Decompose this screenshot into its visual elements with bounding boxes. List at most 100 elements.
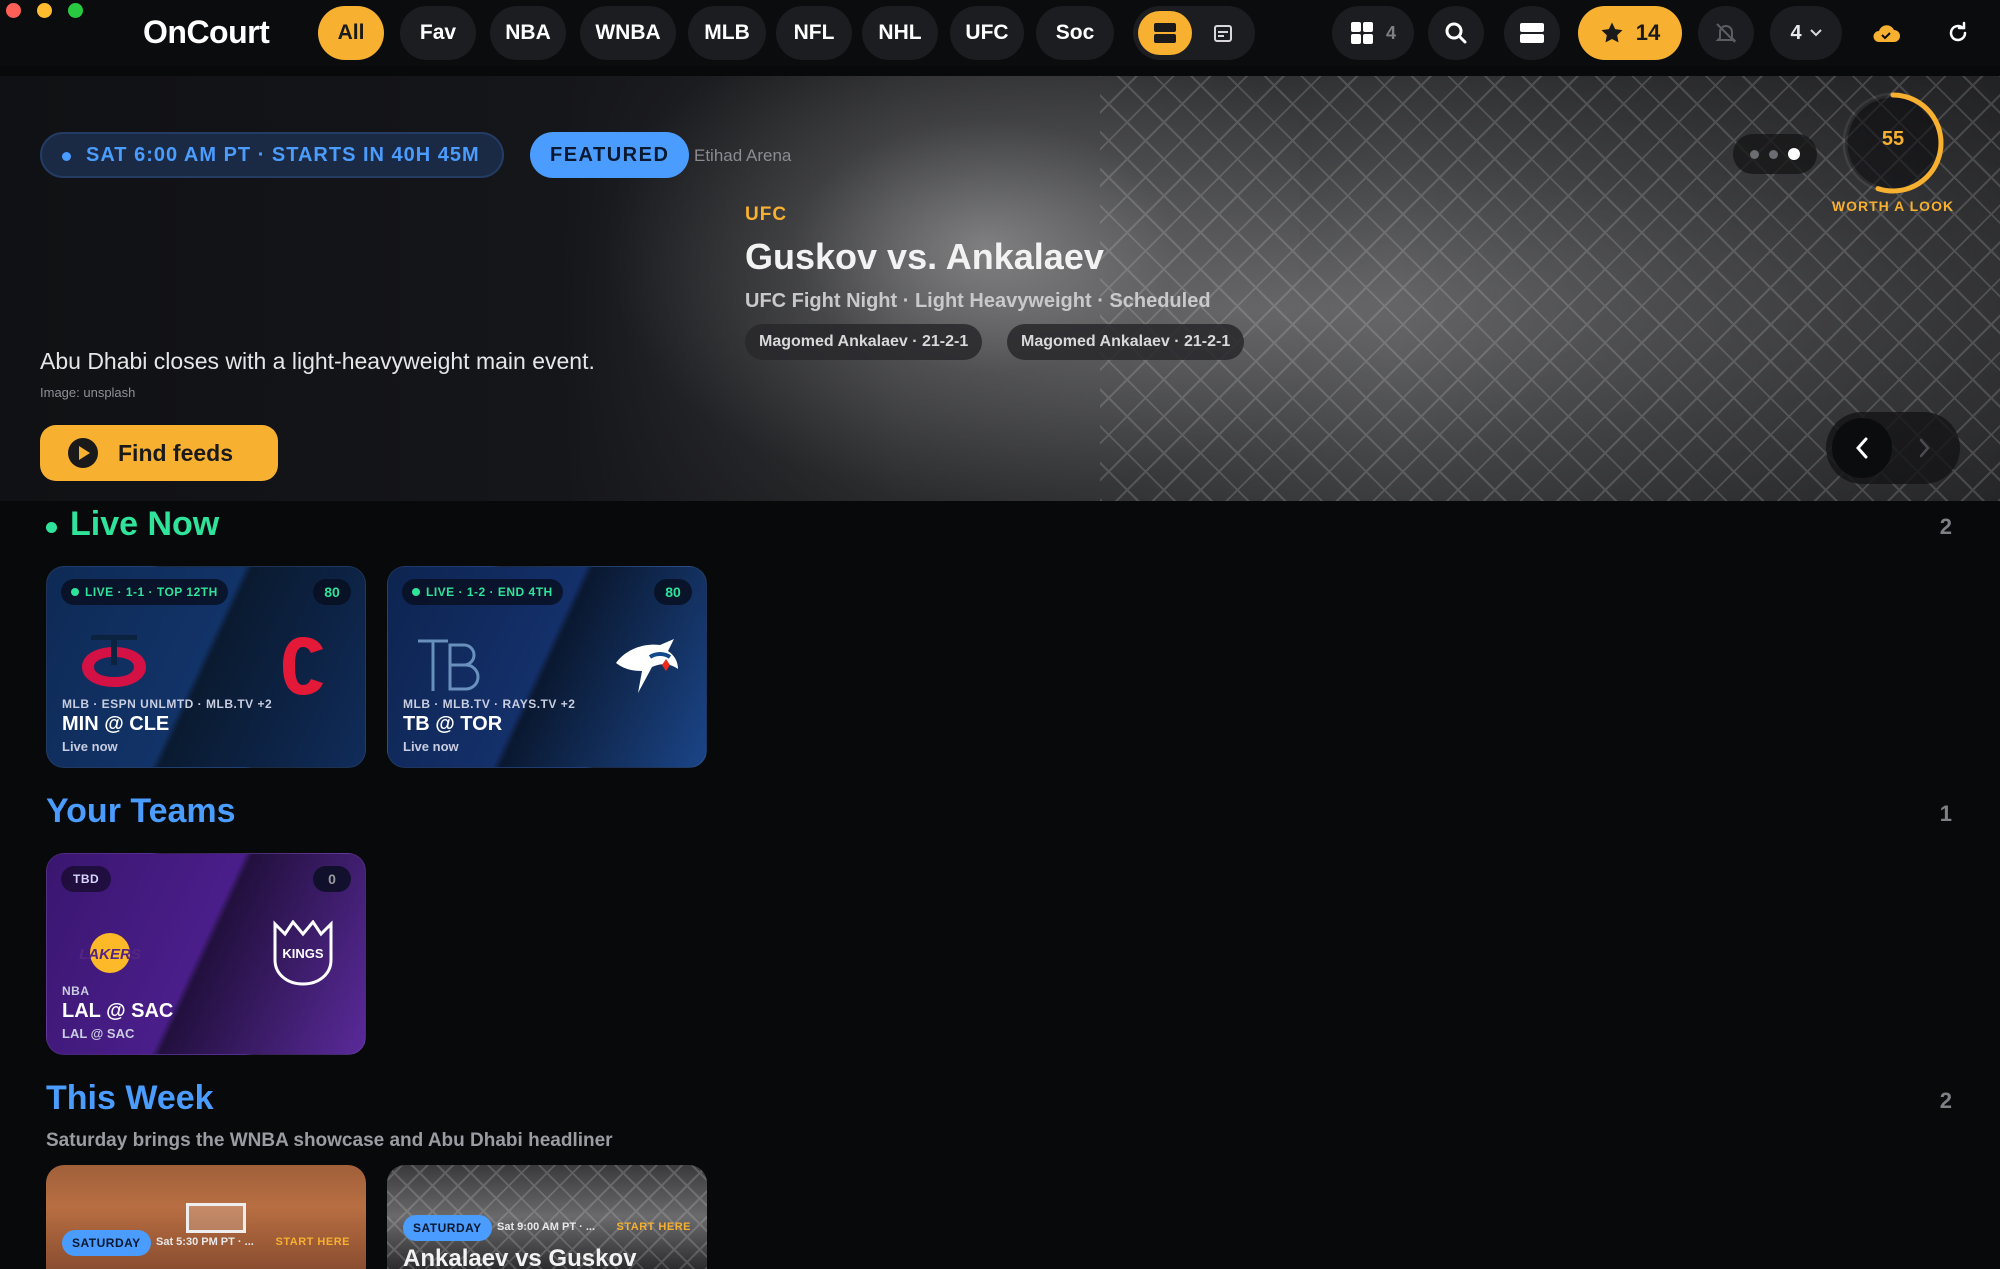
- grid-icon: [1350, 22, 1373, 44]
- matchup-title: LAL @ SAC: [62, 1000, 174, 1022]
- filter-nhl[interactable]: NHL: [862, 6, 938, 60]
- filter-nfl[interactable]: NFL: [776, 6, 852, 60]
- event-time: Sat 5:30 PM PT · ...: [156, 1236, 254, 1248]
- bell-muted-icon: [1715, 23, 1737, 43]
- week-card[interactable]: SATURDAY Sat 9:00 AM PT · ... START HERE…: [387, 1165, 707, 1269]
- multiview-count: 4: [1385, 22, 1396, 43]
- game-status-badge: LIVE · 1-1 · TOP 12TH: [61, 579, 228, 605]
- section-count-teams: 1: [1939, 801, 1952, 826]
- mute-button[interactable]: [1698, 6, 1754, 60]
- layout-count-dropdown[interactable]: 4: [1770, 6, 1842, 60]
- start-here-label: START HERE: [275, 1236, 350, 1248]
- section-count-week: 2: [1939, 1088, 1952, 1113]
- star-icon: [1601, 22, 1623, 43]
- section-title-week: This Week: [46, 1079, 214, 1117]
- search-icon: [1445, 22, 1467, 44]
- filter-wnba[interactable]: WNBA: [580, 6, 676, 60]
- chevron-left-icon: [1855, 437, 1868, 459]
- play-icon: [68, 438, 98, 468]
- calendar-icon: [1214, 25, 1232, 42]
- featured-badge: FEATURED: [530, 132, 690, 178]
- window-close-button[interactable]: [6, 3, 21, 18]
- hero-pager: [1826, 412, 1960, 484]
- fighter-chip: Magomed Ankalaev · 21-2-1: [745, 324, 983, 360]
- event-time: Sat 9:00 AM PT · ...: [497, 1221, 596, 1233]
- game-card[interactable]: LIVE · 1-2 · END 4TH 80 MLB · MLB.TV · R…: [387, 566, 707, 768]
- broadcast-info: MLB · MLB.TV · RAYS.TV +2: [403, 697, 576, 711]
- basketball-hoop-graphic: [186, 1203, 246, 1233]
- view-toggle: [1133, 6, 1255, 60]
- start-here-label: START HERE: [616, 1221, 691, 1233]
- watch-score-label: WORTH A LOOK: [1831, 198, 1955, 214]
- featured-hero: SAT 6:00 AM PT · STARTS IN 40H 45M FEATU…: [0, 76, 2000, 501]
- find-feeds-button[interactable]: Find feeds: [40, 425, 278, 481]
- blue-jays-logo: [616, 639, 678, 693]
- fighter-chip: Magomed Ankalaev · 21-2-1: [1007, 324, 1245, 360]
- list-view-icon: [1154, 23, 1176, 43]
- watch-score-badge: 80: [313, 579, 351, 605]
- hero-meta: UFC Fight Night · Light Heavyweight · Sc…: [745, 290, 1211, 312]
- list-view-button[interactable]: [1138, 11, 1192, 55]
- favorites-count: 14: [1635, 20, 1661, 45]
- game-card[interactable]: LIVE · 1-1 · TOP 12TH 80 MLB · ESPN UNLM…: [46, 566, 366, 768]
- card-subtitle: Live now: [403, 739, 459, 754]
- layout-button[interactable]: [1504, 6, 1560, 60]
- window-minimize-button[interactable]: [37, 3, 52, 18]
- filter-nba[interactable]: NBA: [490, 6, 566, 60]
- day-tag: SATURDAY: [62, 1230, 151, 1256]
- cloud-sync-button[interactable]: [1858, 6, 1914, 60]
- favorites-button[interactable]: 14: [1578, 6, 1682, 60]
- app-title: OnCourt: [143, 14, 270, 50]
- previous-slide-button[interactable]: [1832, 418, 1892, 478]
- slide-dot-active[interactable]: [1788, 148, 1800, 160]
- league-label: NBA: [62, 984, 90, 998]
- multiview-button[interactable]: 4: [1332, 6, 1414, 60]
- filter-ufc[interactable]: UFC: [950, 6, 1024, 60]
- watch-score-badge: 80: [654, 579, 692, 605]
- svg-text:KINGS: KINGS: [282, 946, 324, 961]
- rays-logo: [418, 639, 480, 691]
- search-button[interactable]: [1428, 6, 1484, 60]
- section-title-live: Live Now: [70, 505, 220, 543]
- day-tag: SATURDAY: [403, 1215, 492, 1241]
- hero-title: Guskov vs. Ankalaev: [745, 236, 1104, 277]
- layout-count: 4: [1790, 21, 1802, 44]
- watch-score: 55: [1881, 128, 1905, 150]
- slide-indicator[interactable]: [1733, 134, 1817, 174]
- matchup-title: TB @ TOR: [403, 713, 503, 735]
- filter-soccer[interactable]: Soc: [1036, 6, 1114, 60]
- chevron-right-icon: [1919, 438, 1930, 458]
- card-subtitle: Live now: [62, 739, 118, 754]
- section-subtitle-week: Saturday brings the WNBA showcase and Ab…: [46, 1130, 613, 1151]
- game-status-badge: LIVE · 1-2 · END 4TH: [402, 579, 563, 605]
- chevron-down-icon: [1809, 29, 1822, 37]
- matchup-title: MIN @ CLE: [62, 713, 170, 735]
- section-count-live: 2: [1939, 514, 1952, 539]
- hero-description: Abu Dhabi closes with a light-heavyweigh…: [40, 348, 595, 374]
- lakers-logo: LAKERS: [79, 933, 141, 973]
- card-subtitle: LAL @ SAC: [62, 1026, 135, 1041]
- venue-label: Etihad Arena: [694, 146, 792, 165]
- next-slide-button[interactable]: [1894, 418, 1954, 478]
- image-credit: Image: unsplash: [40, 385, 136, 400]
- event-time-pill: SAT 6:00 AM PT · STARTS IN 40H 45M: [40, 132, 504, 178]
- filter-all[interactable]: All: [318, 6, 384, 60]
- slide-dot[interactable]: [1750, 149, 1759, 159]
- calendar-view-button[interactable]: [1196, 11, 1250, 55]
- live-indicator-dot: [46, 522, 57, 533]
- filter-fav[interactable]: Fav: [400, 6, 476, 60]
- layout-icon: [1520, 23, 1544, 43]
- game-card[interactable]: TBD 0 LAKERS KINGS NBA LAL @ SAC LAL @ S…: [46, 853, 366, 1055]
- cloud-icon: [1873, 25, 1900, 42]
- section-title-teams: Your Teams: [46, 792, 236, 830]
- window-maximize-button[interactable]: [68, 3, 83, 18]
- filter-mlb[interactable]: MLB: [688, 6, 766, 60]
- svg-text:LAKERS: LAKERS: [79, 946, 141, 963]
- event-title: Ankalaev vs Guskov: [403, 1245, 637, 1269]
- watch-score-badge: 0: [313, 866, 351, 892]
- hero-sport: UFC: [745, 204, 788, 225]
- slide-dot[interactable]: [1769, 149, 1778, 159]
- broadcast-info: MLB · ESPN UNLMTD · MLB.TV +2: [62, 697, 273, 711]
- week-card[interactable]: SATURDAY Sat 5:30 PM PT · ... START HERE: [46, 1165, 366, 1269]
- refresh-button[interactable]: [1930, 6, 1986, 60]
